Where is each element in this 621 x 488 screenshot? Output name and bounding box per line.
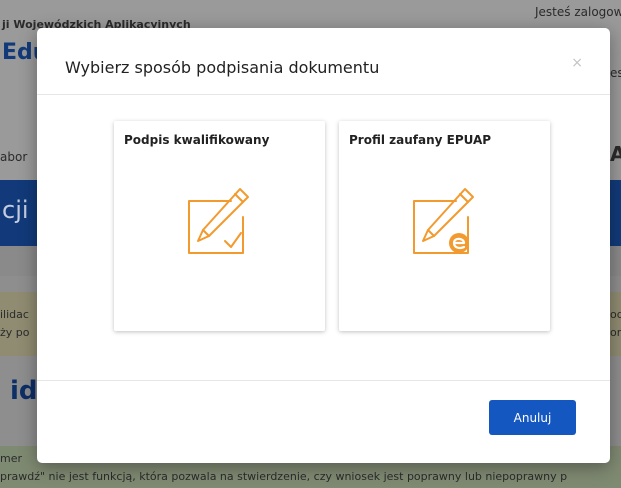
background-right-fragment: esz <box>610 66 621 80</box>
background-band-text: cji <box>2 196 29 224</box>
sign-epuap-icon <box>413 188 474 254</box>
dialog-title: Wybierz sposób podpisania dokumentu <box>65 58 380 77</box>
background-big-heading: id <box>10 376 38 406</box>
option-label: Profil zaufany EPUAP <box>349 133 492 147</box>
background-note-line-1: ilidac <box>0 308 29 321</box>
background-note-line-2: ży po <box>0 326 30 339</box>
dialog-footer-divider <box>37 380 610 381</box>
background-note-right-2: or <box>610 326 621 339</box>
background-bottom-line: prawdź" nie jest funkcją, która pozwala … <box>0 470 568 483</box>
background-right-heading: A <box>610 142 621 166</box>
option-label: Podpis kwalifikowany <box>124 133 270 147</box>
sign-method-dialog: Wybierz sposób podpisania dokumentu × Po… <box>37 28 610 463</box>
background-note-right-1: od <box>610 308 621 321</box>
epuap-profile-option[interactable]: Profil zaufany EPUAP <box>339 121 550 331</box>
cancel-button[interactable]: Anuluj <box>489 400 576 435</box>
background-bottom-left: mer <box>0 452 23 465</box>
background-left-fragment: abor <box>0 150 28 164</box>
close-button[interactable]: × <box>571 56 583 70</box>
qualified-signature-option[interactable]: Podpis kwalifikowany <box>114 121 325 331</box>
sign-pencil-icon <box>188 188 249 254</box>
dialog-header: Wybierz sposób podpisania dokumentu × <box>37 28 610 95</box>
background-top-right-text: Jesteś zalogow <box>535 5 621 19</box>
